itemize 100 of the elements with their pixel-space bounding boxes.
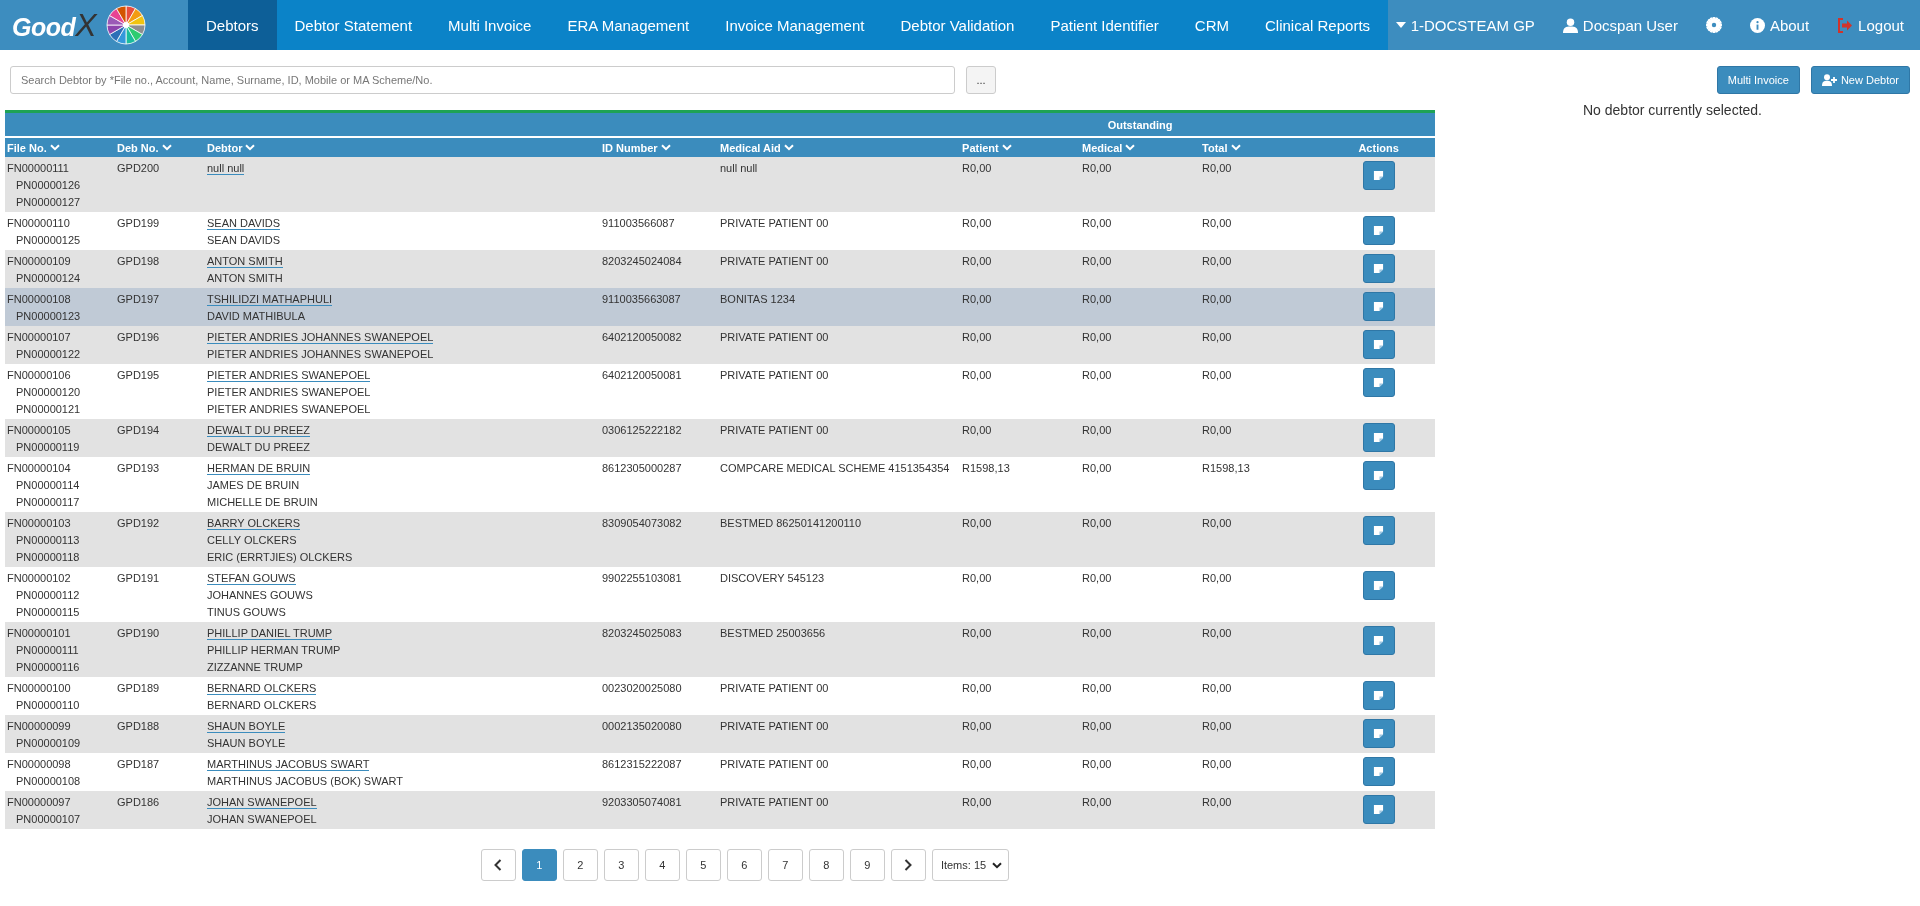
page-button[interactable]: 3 — [603, 849, 639, 881]
page-button[interactable]: 6 — [726, 849, 762, 881]
debtor-link[interactable]: MARTHINUS JACOBUS SWART — [207, 758, 370, 771]
file-number: FN00000101 — [7, 626, 72, 641]
notes-button[interactable] — [1362, 254, 1395, 283]
notes-button[interactable] — [1362, 626, 1395, 655]
table-cell-text: R0,00 — [962, 571, 993, 586]
page-button[interactable]: 2 — [562, 849, 598, 881]
note-icon — [1373, 432, 1385, 443]
note-icon — [1373, 766, 1385, 777]
table-cell-text: R0,00 — [1202, 330, 1233, 345]
table-cell-text: GPD187 — [117, 757, 161, 772]
table-cell-text: R0,00 — [1202, 216, 1233, 231]
notes-button[interactable] — [1362, 571, 1395, 600]
sort-chevron-icon — [161, 144, 172, 151]
debtor-link[interactable]: STEFAN GOUWS — [207, 572, 296, 585]
notes-button[interactable] — [1362, 423, 1395, 452]
nav-tab[interactable]: Debtor Statement — [276, 0, 431, 50]
column-header[interactable]: Debtor — [207, 141, 256, 154]
table-cell-text: 9902255103081 — [602, 571, 683, 586]
file-number: FN00000099 — [7, 719, 72, 734]
empty-state-message: No debtor currently selected. — [1582, 102, 1763, 118]
column-header[interactable]: Medical Aid — [720, 141, 794, 154]
about-link[interactable]: About — [1749, 16, 1810, 34]
practice-dropdown[interactable]: 1-DOCSTEAM GP — [1395, 16, 1535, 34]
page-button[interactable]: 1 — [521, 849, 557, 881]
more-button[interactable]: ... — [966, 66, 996, 94]
debtor-link[interactable]: ANTON SMITH — [207, 255, 283, 268]
nav-tab[interactable]: Patient Identifier — [1032, 0, 1177, 50]
column-group-heading: Outstanding — [1107, 118, 1173, 131]
page-button[interactable]: 7 — [767, 849, 803, 881]
page-button[interactable]: 8 — [808, 849, 844, 881]
chevron-left-icon — [494, 859, 503, 871]
patient-name: BERNARD OLCKERS — [207, 698, 318, 713]
table-cell-text: GPD195 — [117, 368, 161, 383]
table-cell-text: R0,00 — [1202, 423, 1233, 438]
note-icon — [1373, 728, 1385, 739]
table-cell-text: GPD194 — [117, 423, 161, 438]
notes-button[interactable] — [1362, 161, 1395, 190]
patient-number: PN00000113 — [15, 533, 81, 548]
page-button[interactable]: 4 — [644, 849, 680, 881]
page-button[interactable]: 5 — [685, 849, 721, 881]
note-icon — [1373, 170, 1385, 181]
notes-button[interactable] — [1362, 757, 1395, 786]
debtor-link[interactable]: JOHAN SWANEPOEL — [207, 796, 317, 809]
table-cell-text: R0,00 — [1082, 571, 1113, 586]
nav-tab[interactable]: ERA Management — [549, 0, 708, 50]
nav-tab[interactable]: Multi Invoice — [430, 0, 550, 50]
debtor-link[interactable]: BARRY OLCKERS — [207, 517, 301, 530]
add-user-icon — [1821, 74, 1837, 86]
nav-tab[interactable]: Debtor Validation — [882, 0, 1033, 50]
notes-button[interactable] — [1362, 461, 1395, 490]
chevron-down-icon — [992, 861, 1003, 869]
sort-chevron-icon — [1230, 144, 1241, 151]
debtor-link[interactable]: DEWALT DU PREEZ — [207, 424, 311, 437]
nav-tab[interactable]: Clinical Reports — [1247, 0, 1389, 50]
table-cell-text: GPD197 — [117, 292, 161, 307]
table-cell-text: R0,00 — [962, 368, 993, 383]
debtor-link[interactable]: PHILLIP DANIEL TRUMP — [207, 627, 333, 640]
notes-button[interactable] — [1362, 216, 1395, 245]
settings-button[interactable] — [1705, 17, 1722, 33]
table-cell-text: GPD198 — [117, 254, 161, 269]
multi-invoice-button[interactable]: Multi Invoice — [1716, 66, 1800, 94]
search-field[interactable]: Search Debtor by *File no., Account, Name, Surname, ID, Mobile or MA Scheme/No. — [10, 66, 955, 94]
table-cell-text: 8612305000287 — [602, 461, 683, 476]
table-cell-text: PRIVATE PATIENT 00 — [720, 368, 830, 383]
items-per-page-select[interactable]: Items: 15 — [931, 849, 1010, 881]
nav-tab[interactable]: Debtors — [188, 0, 277, 50]
debtor-link[interactable]: BERNARD OLCKERS — [207, 682, 317, 695]
debtor-link[interactable]: PIETER ANDRIES SWANEPOEL — [207, 369, 371, 382]
table-cell-text: R1598,13 — [1202, 461, 1251, 476]
notes-button[interactable] — [1362, 330, 1395, 359]
nav-tab[interactable]: CRM — [1176, 0, 1247, 50]
table-cell-text: PRIVATE PATIENT 00 — [720, 423, 830, 438]
previous-page-button[interactable] — [480, 849, 516, 881]
debtor-link[interactable]: PIETER ANDRIES JOHANNES SWANEPOEL — [207, 331, 434, 344]
notes-button[interactable] — [1362, 681, 1395, 710]
debtor-link[interactable]: null null — [207, 162, 245, 175]
debtor-link[interactable]: SEAN DAVIDS — [207, 217, 281, 230]
notes-button[interactable] — [1362, 368, 1395, 397]
page-button[interactable]: 9 — [849, 849, 885, 881]
patient-number: PN00000120 — [15, 385, 82, 400]
user-menu[interactable]: Docspan User — [1562, 16, 1678, 34]
new-debtor-button[interactable]: New Debtor — [1810, 66, 1910, 94]
user-icon — [1562, 17, 1578, 33]
logout-link[interactable]: Logout — [1837, 16, 1904, 34]
debtor-link[interactable]: TSHILIDZI MATHAPHULI — [207, 293, 333, 306]
nav-tab[interactable]: Invoice Management — [707, 0, 883, 50]
notes-button[interactable] — [1362, 292, 1395, 321]
debtor-link[interactable]: HERMAN DE BRUIN — [207, 462, 311, 475]
patient-name: ANTON SMITH — [207, 271, 284, 286]
patient-number: PN00000109 — [15, 736, 82, 751]
table-cell-text: R0,00 — [1082, 330, 1113, 345]
table-cell-text: R0,00 — [1202, 254, 1233, 269]
notes-button[interactable] — [1362, 719, 1395, 748]
notes-button[interactable] — [1362, 516, 1395, 545]
notes-button[interactable] — [1362, 795, 1395, 824]
patient-name: DAVID MATHIBULA — [207, 309, 306, 324]
debtor-link[interactable]: SHAUN BOYLE — [207, 720, 286, 733]
table-cell-text: GPD199 — [117, 216, 161, 231]
